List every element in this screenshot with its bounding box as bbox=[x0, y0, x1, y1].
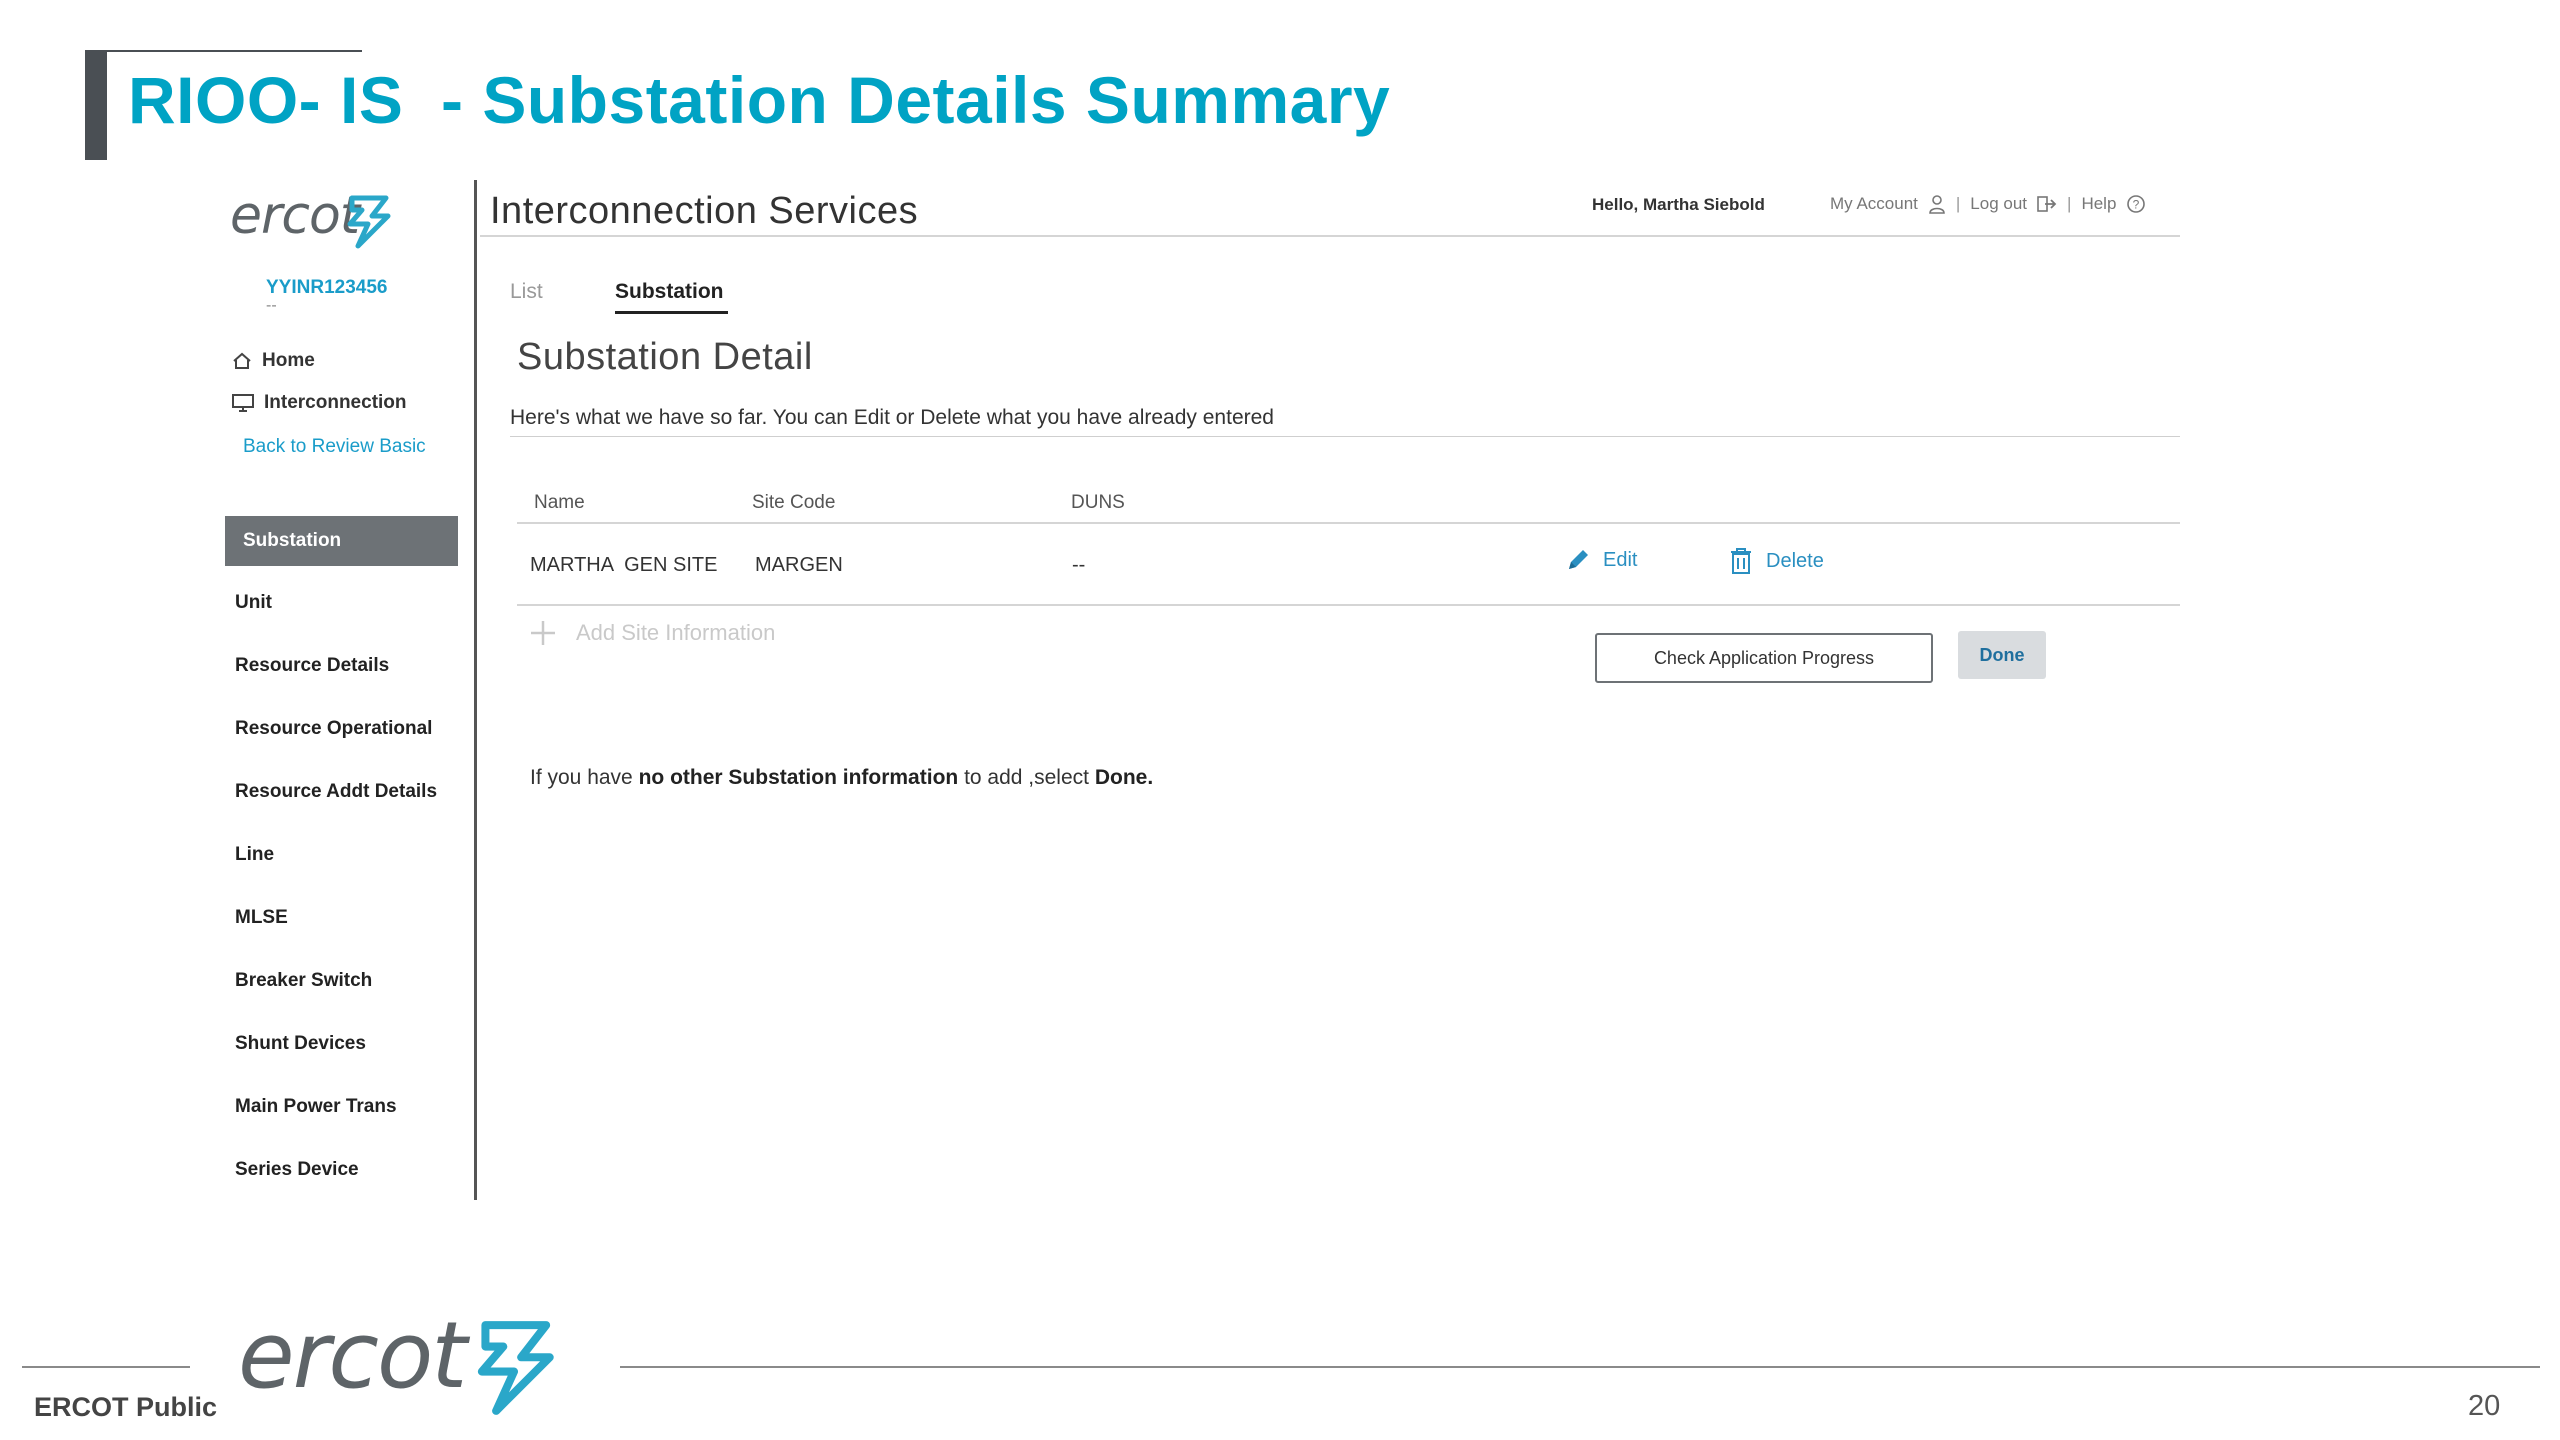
note-bold-2: Done. bbox=[1094, 766, 1154, 789]
edit-label: Edit bbox=[1603, 548, 1638, 571]
sidebar-link-interconnection[interactable]: Interconnection bbox=[232, 392, 407, 414]
sidebar-link-interconnection-label: Interconnection bbox=[264, 392, 407, 413]
ercot-logo-mark-icon bbox=[347, 195, 391, 249]
sidebar-item-resource-addt-details[interactable]: Resource Addt Details bbox=[235, 781, 437, 803]
sidebar-item-substation[interactable]: Substation bbox=[225, 516, 458, 566]
title-accent-bar bbox=[85, 50, 107, 160]
header-links: My Account | Log out | Help ? bbox=[1830, 194, 2146, 214]
user-greeting: Hello, Martha Siebold bbox=[1592, 195, 1765, 214]
delete-button[interactable]: Delete bbox=[1728, 547, 1824, 575]
check-application-progress-button[interactable]: Check Application Progress bbox=[1595, 633, 1933, 683]
app-title: Interconnection Services bbox=[490, 190, 919, 232]
intro-divider bbox=[510, 436, 2180, 437]
tab-list[interactable]: List bbox=[510, 280, 543, 304]
tab-substation[interactable]: Substation bbox=[615, 280, 724, 304]
note-middle: to add ,select bbox=[958, 766, 1095, 789]
my-account-link[interactable]: My Account bbox=[1830, 194, 1918, 214]
sidebar-link-home[interactable]: Home bbox=[232, 350, 315, 372]
sidebar: ercot YYINR123456 -- Home Interconnectio… bbox=[200, 180, 475, 1200]
edit-button[interactable]: Edit bbox=[1565, 547, 1637, 573]
active-tab-indicator bbox=[615, 311, 728, 314]
trash-icon bbox=[1731, 548, 1751, 574]
note-prefix: If you have bbox=[530, 766, 639, 789]
sidebar-item-shunt-devices[interactable]: Shunt Devices bbox=[235, 1033, 366, 1055]
column-header-duns: DUNS bbox=[1071, 492, 1125, 513]
sidebar-item-resource-operational[interactable]: Resource Operational bbox=[235, 718, 432, 740]
add-site-information-button[interactable]: Add Site Information bbox=[530, 620, 775, 646]
help-link[interactable]: Help bbox=[2081, 194, 2116, 214]
note-bold-1: no other Substation information bbox=[638, 766, 959, 789]
application-id: YYINR123456 bbox=[266, 277, 388, 298]
table-row-divider bbox=[517, 604, 2180, 606]
svg-text:?: ? bbox=[2133, 198, 2140, 212]
add-site-information-label: Add Site Information bbox=[576, 620, 776, 645]
pencil-icon bbox=[1569, 550, 1588, 569]
delete-label: Delete bbox=[1766, 549, 1824, 572]
sidebar-item-unit[interactable]: Unit bbox=[235, 592, 272, 614]
detail-title: Substation Detail bbox=[517, 336, 813, 378]
ercot-logo[interactable]: ercot bbox=[230, 186, 400, 256]
title-top-rule bbox=[107, 50, 362, 52]
sidebar-item-breaker-switch[interactable]: Breaker Switch bbox=[235, 970, 372, 992]
header-separator: | bbox=[1955, 194, 1961, 213]
instruction-note: If you have no other Substation informat… bbox=[530, 766, 1153, 790]
footer-rule-left bbox=[22, 1366, 190, 1368]
footer-label: ERCOT Public bbox=[34, 1392, 218, 1422]
help-icon[interactable]: ? bbox=[2126, 194, 2146, 214]
plus-icon bbox=[531, 621, 555, 645]
sidebar-link-home-label: Home bbox=[262, 350, 315, 371]
slide-title: RIOO- IS - Substation Details Summary bbox=[128, 63, 1391, 137]
sidebar-item-mlse[interactable]: MLSE bbox=[235, 907, 288, 929]
footer-logo-text: ercot bbox=[238, 1302, 467, 1409]
footer-ercot-logo: ercot bbox=[238, 1302, 598, 1422]
ercot-logo-mark-icon bbox=[477, 1321, 554, 1415]
sidebar-item-main-power-trans[interactable]: Main Power Trans bbox=[235, 1096, 397, 1118]
done-button[interactable]: Done bbox=[1958, 631, 2046, 679]
user-icon[interactable] bbox=[1928, 194, 1946, 214]
cell-site-code: MARGEN bbox=[755, 554, 843, 576]
monitor-icon bbox=[232, 394, 254, 412]
intro-text: Here's what we have so far. You can Edit… bbox=[510, 406, 1274, 429]
page-number: 20 bbox=[2468, 1390, 2501, 1422]
cell-name: MARTHA GEN SITE bbox=[530, 554, 718, 576]
sidebar-item-line[interactable]: Line bbox=[235, 844, 274, 866]
sidebar-divider bbox=[474, 180, 477, 1200]
home-icon bbox=[233, 352, 251, 369]
back-to-review-basic-link[interactable]: Back to Review Basic bbox=[243, 436, 426, 458]
sidebar-item-series-device[interactable]: Series Device bbox=[235, 1159, 359, 1181]
ercot-logo-text: ercot bbox=[230, 186, 360, 246]
sidebar-item-resource-details[interactable]: Resource Details bbox=[235, 655, 389, 677]
application-id-sub: -- bbox=[266, 297, 277, 314]
cell-duns: -- bbox=[1072, 554, 1086, 576]
column-header-name: Name bbox=[534, 492, 585, 513]
column-header-site-code: Site Code bbox=[752, 492, 836, 513]
logout-icon[interactable] bbox=[2037, 195, 2057, 213]
logout-link[interactable]: Log out bbox=[1970, 194, 2027, 214]
header-separator: | bbox=[2067, 194, 2072, 213]
table-header-divider bbox=[517, 522, 2180, 524]
header-divider bbox=[480, 235, 2180, 237]
footer-rule-right bbox=[620, 1366, 2540, 1368]
main-content: Interconnection Services Hello, Martha S… bbox=[480, 180, 2180, 1200]
